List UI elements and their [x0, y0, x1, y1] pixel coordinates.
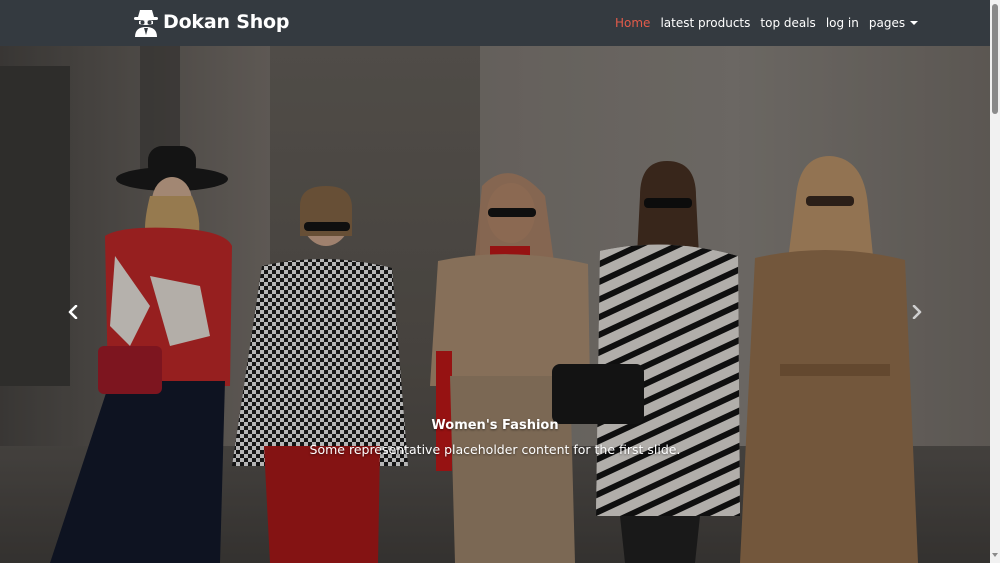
- slide-caption-text: Some representative placeholder content …: [309, 442, 681, 457]
- nav-top-deals[interactable]: top deals: [755, 16, 820, 30]
- page-scrollbar[interactable]: [990, 0, 1000, 563]
- nav-home[interactable]: Home: [610, 16, 655, 30]
- carousel-prev-button[interactable]: [62, 301, 86, 325]
- brand-link[interactable]: Dokan Shop: [133, 5, 289, 39]
- scroll-down-arrow-icon[interactable]: [992, 553, 998, 557]
- chevron-left-icon: [68, 304, 80, 323]
- image-overlay: [0, 46, 990, 563]
- spy-icon: [133, 7, 159, 37]
- nav-latest-products[interactable]: latest products: [655, 16, 755, 30]
- brand-name: Dokan Shop: [163, 11, 290, 33]
- slide-caption-title: Women's Fashion: [431, 418, 559, 433]
- chevron-right-icon: [910, 304, 922, 323]
- caret-down-icon: [910, 21, 919, 25]
- nav-log-in[interactable]: log in: [821, 16, 864, 30]
- nav-pages-dropdown[interactable]: pages: [864, 16, 923, 30]
- hero-carousel: Women's Fashion Some representative plac…: [0, 46, 990, 563]
- carousel-next-button[interactable]: [904, 301, 928, 325]
- nav-links: Home latest products top deals log in pa…: [610, 0, 923, 46]
- scrollbar-thumb[interactable]: [992, 4, 998, 114]
- navbar: Dokan Shop Home latest products top deal…: [0, 0, 990, 46]
- nav-pages-label: pages: [868, 16, 906, 30]
